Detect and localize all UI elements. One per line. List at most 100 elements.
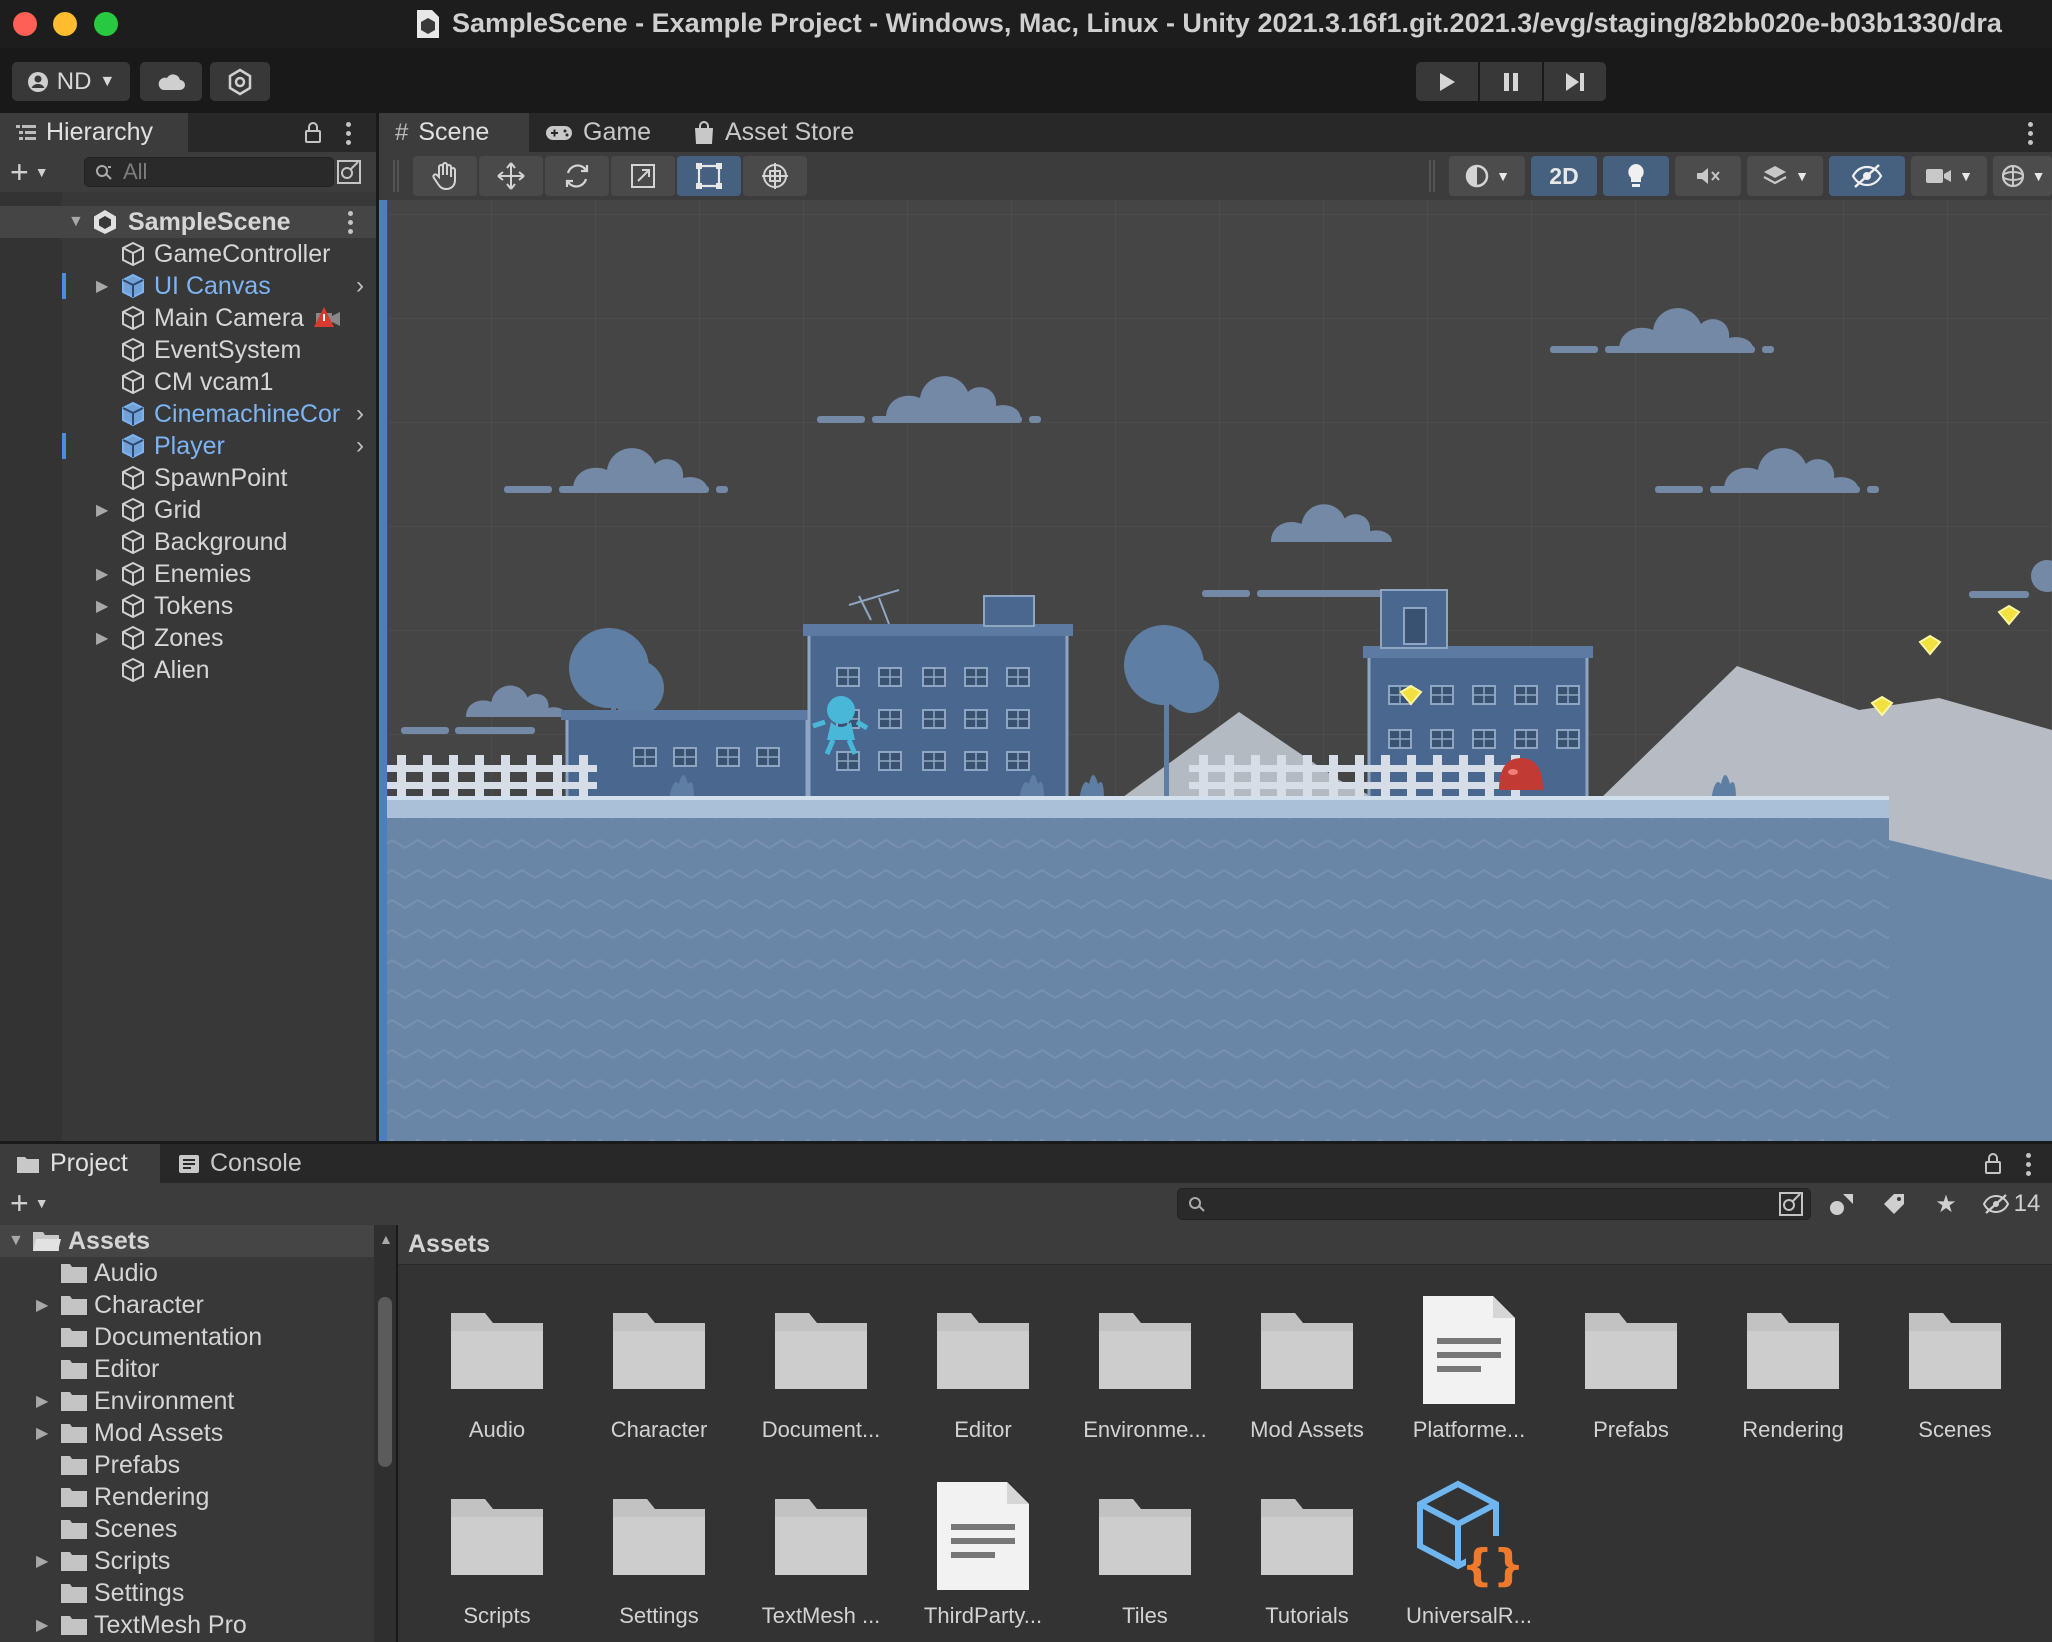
- tree-item-folder[interactable]: Documentation: [0, 1321, 374, 1353]
- filter-by-label-button[interactable]: [1872, 1187, 1916, 1221]
- expand-arrow-icon[interactable]: ▶: [96, 564, 108, 584]
- asset-item[interactable]: Tiles: [1070, 1481, 1220, 1641]
- cloud-button[interactable]: [140, 62, 202, 101]
- asset-item[interactable]: Document...: [746, 1295, 896, 1455]
- asset-item[interactable]: Editor: [908, 1295, 1058, 1455]
- hierarchy-item[interactable]: CM vcam1: [0, 366, 376, 398]
- expand-arrow-icon[interactable]: ▶: [96, 628, 108, 648]
- hierarchy-item[interactable]: CinemachineCor ›: [0, 398, 376, 430]
- prefab-open-chevron-icon[interactable]: ›: [356, 400, 364, 428]
- tab-hierarchy[interactable]: Hierarchy: [0, 113, 188, 152]
- zoom-window-button[interactable]: [94, 12, 118, 36]
- scale-tool-button[interactable]: [611, 156, 675, 196]
- audio-toggle-button[interactable]: [1675, 156, 1741, 196]
- tree-item-folder[interactable]: ▶ Character: [0, 1289, 374, 1321]
- scene-menu-icon[interactable]: [340, 208, 360, 236]
- expand-arrow-icon[interactable]: ▶: [36, 1391, 48, 1411]
- tab-game[interactable]: Game: [529, 113, 675, 152]
- project-tree-scrollbar[interactable]: ▲: [374, 1225, 396, 1642]
- scene-canvas[interactable]: [379, 200, 2052, 1141]
- gizmos-dropdown[interactable]: ▼: [1993, 156, 2052, 196]
- expand-arrow-icon[interactable]: ▶: [96, 596, 108, 616]
- draw-mode-dropdown[interactable]: ▼: [1449, 156, 1525, 196]
- hierarchy-item[interactable]: GameController: [0, 238, 376, 270]
- lighting-toggle-button[interactable]: [1603, 156, 1669, 196]
- tree-item-folder[interactable]: Rendering: [0, 1481, 374, 1513]
- tab-project[interactable]: Project: [0, 1144, 160, 1183]
- asset-item[interactable]: {} UniversalR...: [1394, 1480, 1544, 1641]
- rect-tool-button[interactable]: [677, 156, 741, 196]
- tree-item-folder[interactable]: ▶ TextMesh Pro: [0, 1609, 374, 1641]
- hierarchy-item[interactable]: EventSystem: [0, 334, 376, 366]
- expand-arrow-icon[interactable]: ▼: [8, 1232, 24, 1250]
- expand-arrow-icon[interactable]: ▶: [36, 1615, 48, 1635]
- transform-tool-button[interactable]: [743, 156, 807, 196]
- asset-item[interactable]: Scripts: [422, 1481, 572, 1641]
- favorites-button[interactable]: ★: [1924, 1187, 1968, 1221]
- tab-asset-store[interactable]: Asset Store: [677, 113, 877, 152]
- asset-item[interactable]: Scenes: [1880, 1295, 2030, 1455]
- expand-arrow-icon[interactable]: ▶: [36, 1423, 48, 1443]
- hierarchy-item[interactable]: ▶ Zones: [0, 622, 376, 654]
- project-search-input[interactable]: [1177, 1188, 1811, 1220]
- project-menu-icon[interactable]: [2018, 1150, 2038, 1178]
- pause-button[interactable]: [1480, 62, 1542, 101]
- tree-item-folder[interactable]: Scenes: [0, 1513, 374, 1545]
- search-by-type-icon[interactable]: [1778, 1191, 1804, 1217]
- tree-item-folder[interactable]: Settings: [0, 1577, 374, 1609]
- hierarchy-search-input[interactable]: All: [84, 157, 334, 187]
- minimize-window-button[interactable]: [53, 12, 77, 36]
- move-tool-button[interactable]: [479, 156, 543, 196]
- asset-item[interactable]: TextMesh ...: [746, 1481, 896, 1641]
- hierarchy-item[interactable]: Background: [0, 526, 376, 558]
- hierarchy-item[interactable]: ▶ UI Canvas ›: [0, 270, 376, 302]
- asset-item[interactable]: Platforme...: [1394, 1295, 1544, 1455]
- tree-item-folder[interactable]: Prefabs: [0, 1449, 374, 1481]
- asset-item[interactable]: Environme...: [1070, 1295, 1220, 1455]
- hierarchy-item[interactable]: Player ›: [0, 430, 376, 462]
- asset-item[interactable]: Character: [584, 1295, 734, 1455]
- toggle-2d-button[interactable]: 2D: [1531, 156, 1597, 196]
- close-window-button[interactable]: [13, 12, 37, 36]
- assets-breadcrumb[interactable]: Assets: [398, 1225, 2052, 1265]
- hierarchy-item[interactable]: ▶ Enemies: [0, 558, 376, 590]
- tree-item-folder[interactable]: ▶ Scripts: [0, 1545, 374, 1577]
- effects-dropdown[interactable]: ▼: [1747, 156, 1823, 196]
- hierarchy-scene-row[interactable]: ▼ SampleScene: [0, 206, 376, 238]
- hierarchy-item[interactable]: ▶ Tokens: [0, 590, 376, 622]
- tree-item-folder[interactable]: ▶ Mod Assets: [0, 1417, 374, 1449]
- prefab-open-chevron-icon[interactable]: ›: [356, 432, 364, 460]
- hierarchy-item[interactable]: Alien: [0, 654, 376, 686]
- tab-console[interactable]: Console: [162, 1144, 322, 1183]
- step-button[interactable]: [1544, 62, 1606, 101]
- create-asset-dropdown[interactable]: + ▼: [10, 1187, 49, 1219]
- expand-arrow-icon[interactable]: ▼: [68, 213, 84, 231]
- hierarchy-item[interactable]: ▶ Grid: [0, 494, 376, 526]
- lock-icon[interactable]: [304, 121, 322, 143]
- create-dropdown[interactable]: + ▼: [10, 156, 49, 188]
- scene-search-mode-icon[interactable]: [336, 159, 362, 185]
- tree-item-assets[interactable]: ▼ Assets: [0, 1225, 374, 1257]
- expand-arrow-icon[interactable]: ▶: [96, 276, 108, 296]
- expand-arrow-icon[interactable]: ▶: [36, 1551, 48, 1571]
- tree-item-folder[interactable]: Editor: [0, 1353, 374, 1385]
- expand-arrow-icon[interactable]: ▶: [96, 500, 108, 520]
- hierarchy-item[interactable]: SpawnPoint: [0, 462, 376, 494]
- hidden-packages-toggle[interactable]: 14: [1976, 1187, 2046, 1221]
- scene-panel-menu-icon[interactable]: [2020, 119, 2040, 147]
- asset-item[interactable]: Prefabs: [1556, 1295, 1706, 1455]
- hierarchy-menu-icon[interactable]: [338, 119, 358, 147]
- tree-item-folder[interactable]: ▶ Environment: [0, 1385, 374, 1417]
- asset-item[interactable]: Audio: [422, 1295, 572, 1455]
- expand-arrow-icon[interactable]: ▶: [36, 1295, 48, 1315]
- account-dropdown[interactable]: ND ▼: [12, 62, 130, 101]
- scene-visibility-toggle[interactable]: [1829, 156, 1905, 196]
- project-tree-scroll-thumb[interactable]: [378, 1297, 392, 1467]
- play-button[interactable]: [1416, 62, 1478, 101]
- asset-item[interactable]: Rendering: [1718, 1295, 1868, 1455]
- scene-viewport[interactable]: [379, 200, 2052, 1141]
- tab-scene[interactable]: # Scene: [379, 113, 529, 152]
- hierarchy-item[interactable]: Main Camera: [0, 302, 376, 334]
- collab-button[interactable]: [210, 62, 270, 101]
- tree-item-folder[interactable]: Audio: [0, 1257, 374, 1289]
